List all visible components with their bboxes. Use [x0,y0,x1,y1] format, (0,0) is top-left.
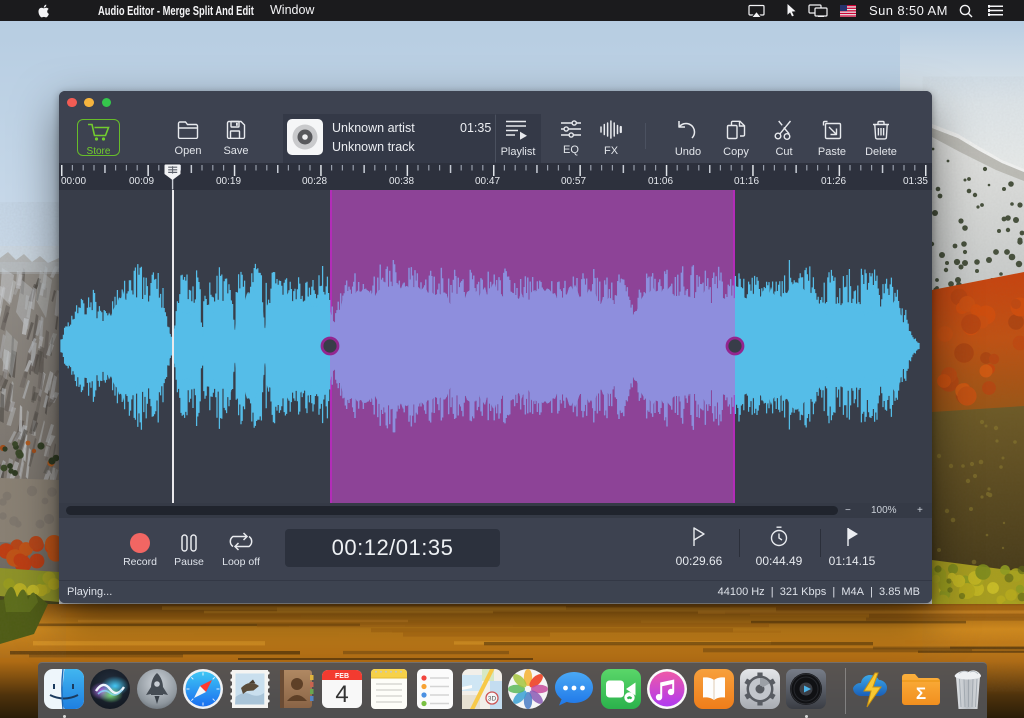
svg-text:3D: 3D [487,696,496,703]
svg-text:FEB: FEB [335,673,349,680]
svg-text:Σ: Σ [916,684,926,703]
svg-text:4: 4 [336,681,349,708]
